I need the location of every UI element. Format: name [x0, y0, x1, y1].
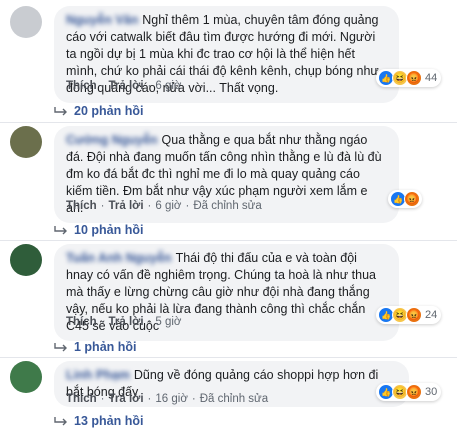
view-replies[interactable]: 20 phản hồi [54, 104, 143, 118]
avatar[interactable] [10, 6, 42, 38]
commenter-name[interactable]: Linh Phạm [66, 368, 130, 382]
comment-time[interactable]: 16 giờ [155, 393, 187, 405]
divider [0, 122, 457, 123]
reply-link[interactable]: Trả lời [109, 200, 144, 212]
angry-icon: 😡 [404, 191, 420, 207]
angry-icon: 😡 [406, 307, 422, 323]
comment-time[interactable]: 6 giờ [155, 200, 181, 212]
view-replies[interactable]: 1 phản hồi [54, 340, 137, 354]
reply-link[interactable]: Trả lời [109, 80, 144, 92]
replies-count: 10 phản hồi [74, 223, 144, 237]
commenter-name[interactable]: Nguyễn Văn [66, 13, 138, 27]
reaction-summary[interactable]: 👍 😆 😡 44 [376, 69, 442, 87]
comment-actions: Thích · Trả lời · 5 giờ [66, 316, 182, 328]
reply-arrow-icon [54, 343, 67, 352]
reaction-summary[interactable]: 👍 😆 😡 24 [376, 306, 442, 324]
angry-icon: 😡 [406, 384, 422, 400]
divider [0, 357, 457, 358]
commenter-name[interactable]: Tuấn Anh Nguyễn [66, 251, 172, 265]
replies-count: 20 phản hồi [74, 104, 144, 118]
avatar[interactable] [10, 126, 42, 158]
comment-time[interactable]: 6 giờ [155, 80, 181, 92]
replies-count: 13 phản hồi [74, 414, 144, 428]
edited-label[interactable]: Đã chỉnh sửa [200, 393, 268, 405]
reaction-count: 44 [425, 72, 438, 84]
divider [0, 240, 457, 241]
edited-label[interactable]: Đã chỉnh sửa [193, 200, 261, 212]
commenter-name[interactable]: Cường Nguyễn [66, 133, 158, 147]
reaction-count: 30 [425, 386, 438, 398]
comment-actions: Thích · Trả lời · 16 giờ · Đã chỉnh sửa [66, 393, 269, 405]
like-link[interactable]: Thích [66, 393, 97, 405]
reply-link[interactable]: Trả lời [109, 393, 144, 405]
avatar[interactable] [10, 244, 42, 276]
view-replies[interactable]: 10 phản hồi [54, 223, 143, 237]
comment-time[interactable]: 5 giờ [155, 316, 181, 328]
reply-arrow-icon [54, 107, 67, 116]
comment-actions: Thích · Trả lời · 6 giờ · Đã chỉnh sửa [66, 200, 262, 212]
angry-icon: 😡 [406, 70, 422, 86]
like-link[interactable]: Thích [66, 200, 97, 212]
reply-arrow-icon [54, 226, 67, 235]
like-link[interactable]: Thích [66, 80, 97, 92]
view-replies[interactable]: 13 phản hồi [54, 414, 143, 428]
reaction-count: 24 [425, 309, 438, 321]
like-link[interactable]: Thích [66, 316, 97, 328]
reaction-summary[interactable]: 👍 😆 😡 30 [376, 383, 442, 401]
replies-count: 1 phản hồi [74, 340, 137, 354]
avatar[interactable] [10, 361, 42, 393]
comment-actions: Thích · Trả lời · 6 giờ [66, 80, 182, 92]
reply-link[interactable]: Trả lời [109, 316, 144, 328]
reaction-summary[interactable]: 👍 😡 [388, 190, 422, 208]
reply-arrow-icon [54, 417, 67, 426]
